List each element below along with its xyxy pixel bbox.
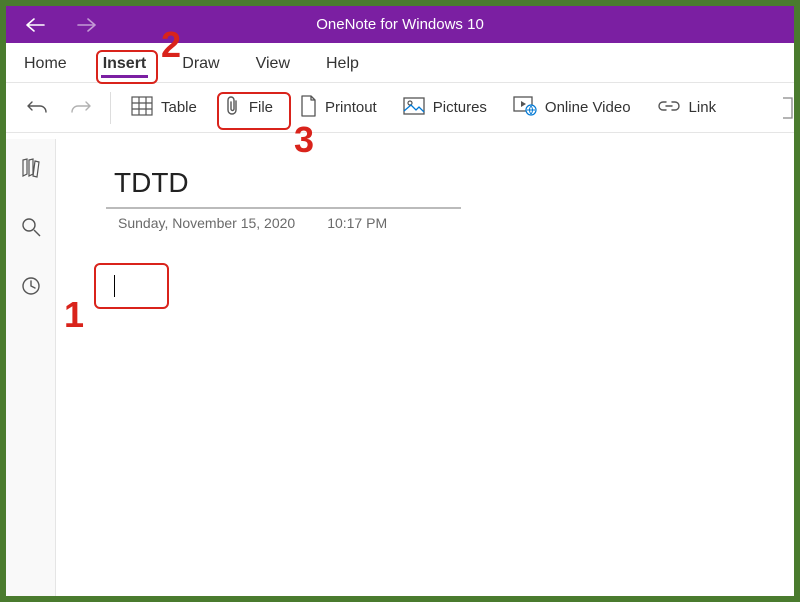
link-label: Link <box>689 99 717 116</box>
page-title[interactable]: TDTD <box>106 167 794 199</box>
app-window: OneNote for Windows 10 Home Insert Draw … <box>0 0 800 602</box>
more-button[interactable] <box>772 91 794 125</box>
app-title: OneNote for Windows 10 <box>316 16 484 33</box>
pictures-label: Pictures <box>433 99 487 116</box>
table-label: Table <box>161 99 197 116</box>
picture-icon <box>403 97 425 119</box>
forward-arrow-icon[interactable] <box>76 17 98 33</box>
ribbon-separator <box>110 92 111 124</box>
page-meta: Sunday, November 15, 2020 10:17 PM <box>106 215 794 231</box>
text-cursor <box>114 275 115 297</box>
annotation-number-3: 3 <box>294 119 314 161</box>
printout-label: Printout <box>325 99 377 116</box>
highlight-box-3 <box>217 92 291 130</box>
table-button[interactable]: Table <box>121 90 207 126</box>
page-canvas[interactable]: TDTD Sunday, November 15, 2020 10:17 PM <box>56 139 794 596</box>
back-arrow-icon[interactable] <box>24 17 46 33</box>
recent-icon[interactable] <box>20 275 42 302</box>
title-separator <box>106 207 461 209</box>
online-video-icon <box>513 96 537 120</box>
tab-home[interactable]: Home <box>20 49 71 77</box>
online-video-button[interactable]: Online Video <box>503 90 641 126</box>
search-icon[interactable] <box>20 216 42 243</box>
link-icon <box>657 99 681 117</box>
page-date: Sunday, November 15, 2020 <box>118 215 295 231</box>
tab-view[interactable]: View <box>252 49 294 77</box>
nav-group <box>6 17 98 33</box>
annotation-number-2: 2 <box>161 24 181 66</box>
pictures-button[interactable]: Pictures <box>393 91 497 125</box>
notebooks-icon[interactable] <box>20 157 42 184</box>
undo-button[interactable] <box>18 91 56 125</box>
content-area: TDTD Sunday, November 15, 2020 10:17 PM <box>6 139 794 596</box>
tab-draw[interactable]: Draw <box>178 49 223 77</box>
highlight-box-2 <box>96 50 158 84</box>
highlight-box-1 <box>94 263 169 309</box>
titlebar: OneNote for Windows 10 <box>6 6 794 43</box>
annotation-number-1: 1 <box>64 294 84 336</box>
document-icon <box>299 95 317 121</box>
table-icon <box>131 96 153 120</box>
link-button[interactable]: Link <box>647 93 727 123</box>
online-video-label: Online Video <box>545 99 631 116</box>
tab-help[interactable]: Help <box>322 49 363 77</box>
side-rail <box>6 139 56 596</box>
page-time: 10:17 PM <box>327 215 387 231</box>
redo-button[interactable] <box>62 91 100 125</box>
ribbon: Table File Printout Pictures Online Vide… <box>6 83 794 133</box>
